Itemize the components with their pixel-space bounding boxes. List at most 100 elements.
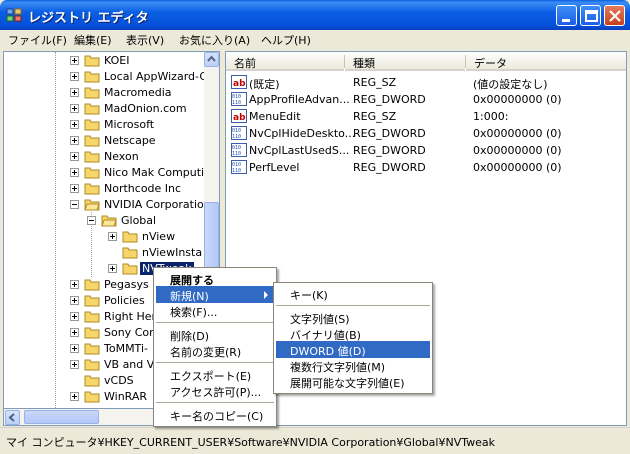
submenu-arrow-icon [264, 291, 268, 299]
expand-icon[interactable] [70, 280, 79, 289]
window-title: レジストリ エディタ [28, 11, 149, 26]
context-menu: 展開する 新規(N) 検索(F)... 削除(D) 名前の変更(R) エクスポー… [153, 267, 277, 427]
arrow-left-icon [8, 413, 15, 422]
tree-item-label: Global [121, 214, 157, 227]
submenu-expandable-string-value[interactable]: 展開可能な文字列値(E) [276, 373, 430, 390]
menu-separator [276, 305, 430, 306]
binary-value-icon: 010110 [231, 126, 247, 140]
expand-icon[interactable] [108, 264, 117, 273]
svg-text:110: 110 [232, 168, 241, 174]
column-header-name[interactable]: 名前 [226, 52, 344, 71]
submenu-binary-value[interactable]: バイナリ値(B) [276, 325, 430, 342]
minimize-button[interactable] [556, 5, 577, 26]
menu-item-label: 名前の変更(R) [170, 346, 242, 359]
expand-icon[interactable] [70, 312, 79, 321]
menu-view[interactable]: 表示(V) [126, 32, 164, 48]
scroll-thumb[interactable] [24, 410, 99, 424]
menu-file[interactable]: ファイル(F) [8, 32, 67, 48]
maximize-icon [585, 10, 598, 22]
tree-item-label: KOEI [104, 54, 130, 67]
expand-icon[interactable] [70, 104, 79, 113]
column-header-type[interactable]: 種類 [345, 52, 465, 71]
collapse-icon[interactable] [70, 200, 79, 209]
expand-icon[interactable] [70, 88, 79, 97]
value-row[interactable]: 010 110 AppProfileAdvan... REG_DWORD 0x00… [229, 91, 624, 108]
menu-edit[interactable]: 編集(E) [74, 32, 112, 48]
submenu-key[interactable]: キー(K) [276, 285, 430, 302]
tree-item-label: MadOnion.com [104, 102, 187, 115]
tree-item-label: NVIDIA Corporation [104, 198, 211, 211]
context-menu-expand[interactable]: 展開する [156, 270, 274, 287]
maximize-button[interactable] [580, 5, 601, 26]
folder-icon [84, 71, 100, 83]
value-type: REG_DWORD [353, 161, 426, 174]
menu-separator [156, 322, 274, 323]
tree-item-label: WinRAR [104, 390, 148, 403]
context-menu-permissions[interactable]: アクセス許可(P)... [156, 382, 274, 399]
svg-text:110: 110 [232, 134, 241, 140]
folder-icon [122, 231, 138, 243]
column-header-label: データ [474, 57, 507, 70]
tree-item-label: Policies [104, 294, 145, 307]
expand-icon[interactable] [70, 184, 79, 193]
collapse-icon[interactable] [87, 216, 96, 225]
expand-icon[interactable] [70, 296, 79, 305]
binary-value-icon: 010110 [231, 92, 247, 106]
submenu-dword-value[interactable]: DWORD 値(D) [276, 341, 430, 358]
tree-item-label: VB and V [104, 358, 155, 371]
expand-icon[interactable] [70, 56, 79, 65]
value-type: REG_DWORD [353, 144, 426, 157]
context-menu-find[interactable]: 検索(F)... [156, 302, 274, 319]
value-data: (値の設定なし) [473, 78, 548, 91]
expand-icon[interactable] [70, 120, 79, 129]
tree-item-label: nViewInsta [142, 246, 203, 259]
svg-text:110: 110 [232, 100, 241, 106]
folder-icon [84, 279, 100, 291]
expand-icon[interactable] [70, 360, 79, 369]
value-row[interactable]: 010 110 NvCplHideDeskto... REG_DWORD 0x00… [229, 125, 624, 142]
tree-item-label: Northcode Inc [104, 182, 182, 195]
folder-icon [84, 327, 100, 339]
arrow-up-icon [207, 55, 216, 62]
menu-item-label: 検索(F)... [170, 306, 218, 319]
folder-icon [84, 167, 100, 179]
context-menu-copy-key-name[interactable]: キー名のコピー(C) [156, 406, 274, 423]
scroll-thumb[interactable] [204, 202, 219, 272]
expand-icon[interactable] [70, 344, 79, 353]
submenu-multi-string-value[interactable]: 複数行文字列値(M) [276, 357, 430, 374]
folder-icon [84, 183, 100, 195]
value-data: 0x00000000 (0) [473, 161, 562, 174]
string-value-icon: ab [231, 109, 247, 123]
scroll-up-button[interactable] [204, 52, 219, 67]
value-data: 1:000: [473, 110, 509, 123]
expand-icon[interactable] [70, 72, 79, 81]
tree-guide-line [55, 52, 56, 408]
expand-icon[interactable] [70, 168, 79, 177]
expand-icon[interactable] [70, 136, 79, 145]
expand-icon[interactable] [70, 392, 79, 401]
value-row[interactable]: ab (既定) REG_SZ (値の設定なし) [229, 74, 624, 91]
folder-icon [84, 311, 100, 323]
menu-help[interactable]: ヘルプ(H) [261, 32, 311, 48]
column-header-data[interactable]: データ [466, 52, 626, 71]
folder-icon [84, 343, 100, 355]
close-button[interactable] [604, 5, 625, 26]
context-menu-rename[interactable]: 名前の変更(R) [156, 342, 274, 359]
value-type: REG_SZ [353, 76, 397, 89]
open-folder-icon [84, 199, 100, 211]
context-menu-export[interactable]: エクスポート(E) [156, 366, 274, 383]
value-row[interactable]: ab MenuEdit REG_SZ 1:000: [229, 108, 624, 125]
menu-separator [156, 362, 274, 363]
submenu-string-value[interactable]: 文字列値(S) [276, 309, 430, 326]
menu-favorites[interactable]: お気に入り(A) [179, 32, 250, 48]
value-data: 0x00000000 (0) [473, 144, 562, 157]
value-row[interactable]: 010 110 NvCplLastUsedS... REG_DWORD 0x000… [229, 142, 624, 159]
context-menu-new[interactable]: 新規(N) [156, 286, 274, 303]
expand-icon[interactable] [108, 232, 117, 241]
expand-icon[interactable] [70, 152, 79, 161]
context-menu-delete[interactable]: 削除(D) [156, 326, 274, 343]
folder-icon [122, 263, 138, 275]
value-row[interactable]: 010 110 PerfLevel REG_DWORD 0x00000000 (0… [229, 159, 624, 176]
expand-icon[interactable] [70, 328, 79, 337]
scroll-left-button[interactable] [5, 410, 20, 425]
